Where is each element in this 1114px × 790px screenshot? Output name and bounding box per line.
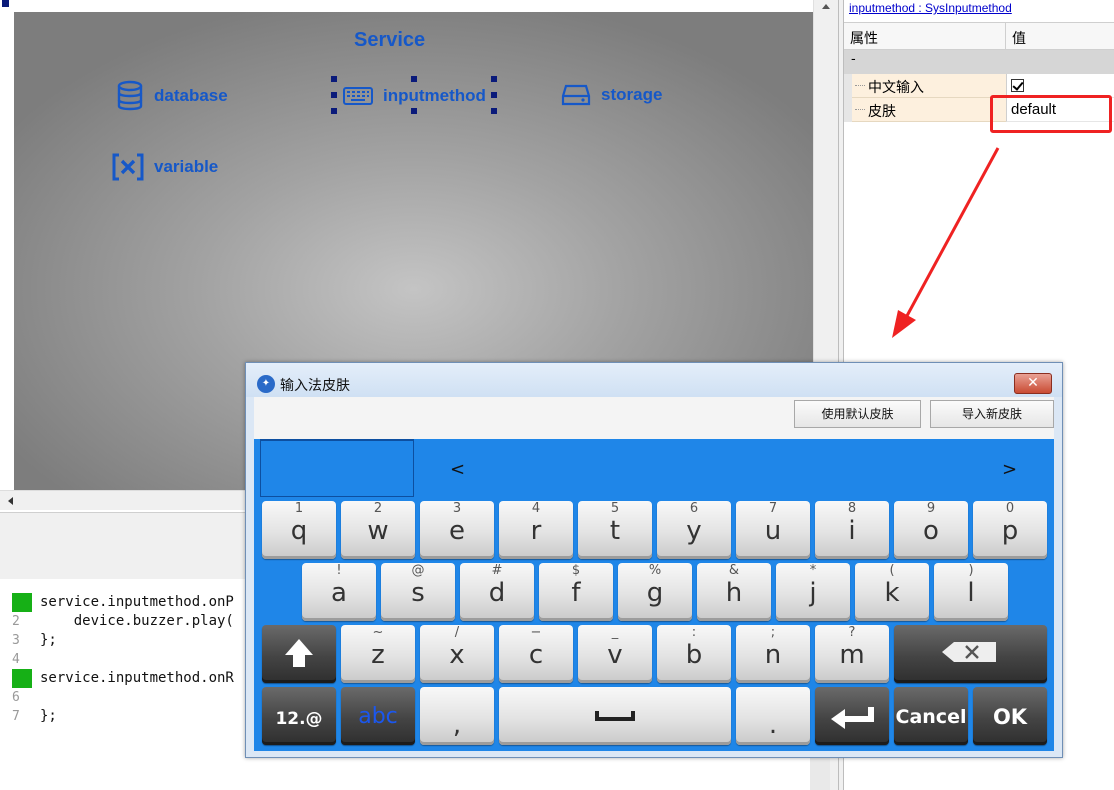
- key-a[interactable]: ! a: [302, 563, 376, 621]
- key-w[interactable]: 2w: [341, 501, 415, 559]
- cancel-key[interactable]: Cancel: [894, 687, 968, 745]
- app-icon: ✦: [257, 375, 275, 393]
- resize-handle[interactable]: [491, 76, 497, 82]
- key-c[interactable]: − c: [499, 625, 573, 683]
- candidate-prev[interactable]: <: [450, 459, 465, 480]
- code-text: };: [40, 632, 57, 648]
- code-text: service.inputmethod.onP: [40, 594, 234, 610]
- key-m[interactable]: ? m: [815, 625, 889, 683]
- corner-marker: [2, 0, 9, 7]
- service-item-database[interactable]: database: [116, 80, 228, 112]
- annotation-arrow: [892, 147, 1000, 338]
- resize-handle[interactable]: [491, 92, 497, 98]
- key-s[interactable]: @ s: [381, 563, 455, 621]
- code-text: service.inputmethod.onR: [40, 670, 234, 686]
- resize-handle[interactable]: [491, 108, 497, 114]
- header-value: 值: [1012, 31, 1026, 47]
- space-key[interactable]: [499, 687, 731, 745]
- property-name: 皮肤: [868, 104, 896, 120]
- database-icon: [117, 80, 143, 111]
- candidate-next[interactable]: >: [1002, 459, 1017, 480]
- annotation-highlight: [990, 95, 1112, 133]
- use-default-skin-button[interactable]: 使用默认皮肤: [794, 400, 921, 428]
- resize-handle[interactable]: [411, 108, 417, 114]
- line-number: 7: [12, 709, 20, 724]
- resize-handle[interactable]: [331, 76, 337, 82]
- dialog-titlebar[interactable]: ✦ 输入法皮肤 ✕: [246, 363, 1062, 397]
- abc-mode-key[interactable]: abc: [341, 687, 415, 745]
- dialog-title: 输入法皮肤: [280, 378, 350, 394]
- enter-key[interactable]: [815, 687, 889, 745]
- service-title: Service: [354, 29, 426, 51]
- key-q[interactable]: 1q: [262, 501, 336, 559]
- selection-box: [331, 76, 497, 114]
- property-group[interactable]: -: [844, 50, 1114, 74]
- resize-handle[interactable]: [411, 76, 417, 82]
- property-name: 中文输入: [868, 80, 924, 96]
- key-e[interactable]: 3e: [420, 501, 494, 559]
- scroll-up-icon[interactable]: [822, 4, 830, 9]
- property-header: 属性 值: [844, 22, 1114, 51]
- period-key[interactable]: .: [736, 687, 810, 745]
- key-g[interactable]: % g: [618, 563, 692, 621]
- key-y[interactable]: 6y: [657, 501, 731, 559]
- keyboard-preview: < > 1q 2w 3e 4r 5t 6y 7u 8i 9o 0p ! a @ s …: [254, 439, 1054, 751]
- key-k[interactable]: (k: [855, 563, 929, 621]
- line-number: 6: [12, 690, 20, 705]
- service-item-label: storage: [601, 85, 663, 104]
- key-t[interactable]: 5t: [578, 501, 652, 559]
- close-button[interactable]: ✕: [1014, 373, 1052, 394]
- service-item-label: database: [154, 86, 228, 105]
- dialog-toolbar: 使用默认皮肤 导入新皮肤: [254, 397, 1054, 439]
- line-number: 4: [12, 652, 20, 667]
- shift-key[interactable]: [262, 625, 336, 683]
- resize-handle[interactable]: [331, 92, 337, 98]
- resize-handle[interactable]: [331, 108, 337, 114]
- variable-icon: [112, 153, 144, 181]
- key-v[interactable]: _ v: [578, 625, 652, 683]
- key-u[interactable]: 7u: [736, 501, 810, 559]
- space-bar-icon: [595, 711, 635, 721]
- key-f[interactable]: $ f: [539, 563, 613, 621]
- code-text: };: [40, 708, 57, 724]
- key-h[interactable]: & h: [697, 563, 771, 621]
- line-number: 5: [12, 669, 32, 688]
- key-l[interactable]: ) l: [934, 563, 1008, 621]
- key-o[interactable]: 9o: [894, 501, 968, 559]
- header-name: 属性: [850, 31, 878, 47]
- skin-dialog: ✦ 输入法皮肤 ✕ 使用默认皮肤 导入新皮肤 < > 1q 2w 3e 4r 5…: [245, 362, 1063, 758]
- service-item-storage[interactable]: storage: [561, 83, 662, 107]
- key-i[interactable]: 8i: [815, 501, 889, 559]
- service-item-variable[interactable]: variable: [112, 153, 218, 181]
- key-n[interactable]: ; n: [736, 625, 810, 683]
- key-p[interactable]: 0p: [973, 501, 1047, 559]
- code-text: device.buzzer.play(: [40, 613, 234, 629]
- object-title-link[interactable]: inputmethod : SysInputmethod: [849, 1, 1012, 15]
- backspace-key[interactable]: [894, 625, 1047, 683]
- candidate-input-box: [260, 439, 414, 497]
- storage-icon: [561, 84, 591, 106]
- ok-key[interactable]: OK: [973, 687, 1047, 745]
- line-number: 1: [12, 593, 32, 612]
- backspace-icon: [942, 642, 996, 662]
- key-z[interactable]: ~ z: [341, 625, 415, 683]
- group-toggle[interactable]: -: [851, 52, 856, 67]
- key-j[interactable]: * j: [776, 563, 850, 621]
- number-mode-key[interactable]: 12.@: [262, 687, 336, 745]
- key-r[interactable]: 4r: [499, 501, 573, 559]
- key-d[interactable]: # d: [460, 563, 534, 621]
- scroll-left-icon[interactable]: [8, 497, 13, 505]
- comma-key[interactable]: ,: [420, 687, 494, 745]
- key-x[interactable]: / x: [420, 625, 494, 683]
- key-b[interactable]: :b: [657, 625, 731, 683]
- chinese-input-checkbox[interactable]: [1011, 79, 1024, 92]
- line-number: 2: [12, 614, 20, 629]
- import-skin-button[interactable]: 导入新皮肤: [930, 400, 1054, 428]
- service-item-label: variable: [154, 157, 219, 176]
- enter-arrow-icon: [831, 707, 874, 729]
- shift-arrow-icon: [285, 639, 313, 667]
- line-number: 3: [12, 633, 20, 648]
